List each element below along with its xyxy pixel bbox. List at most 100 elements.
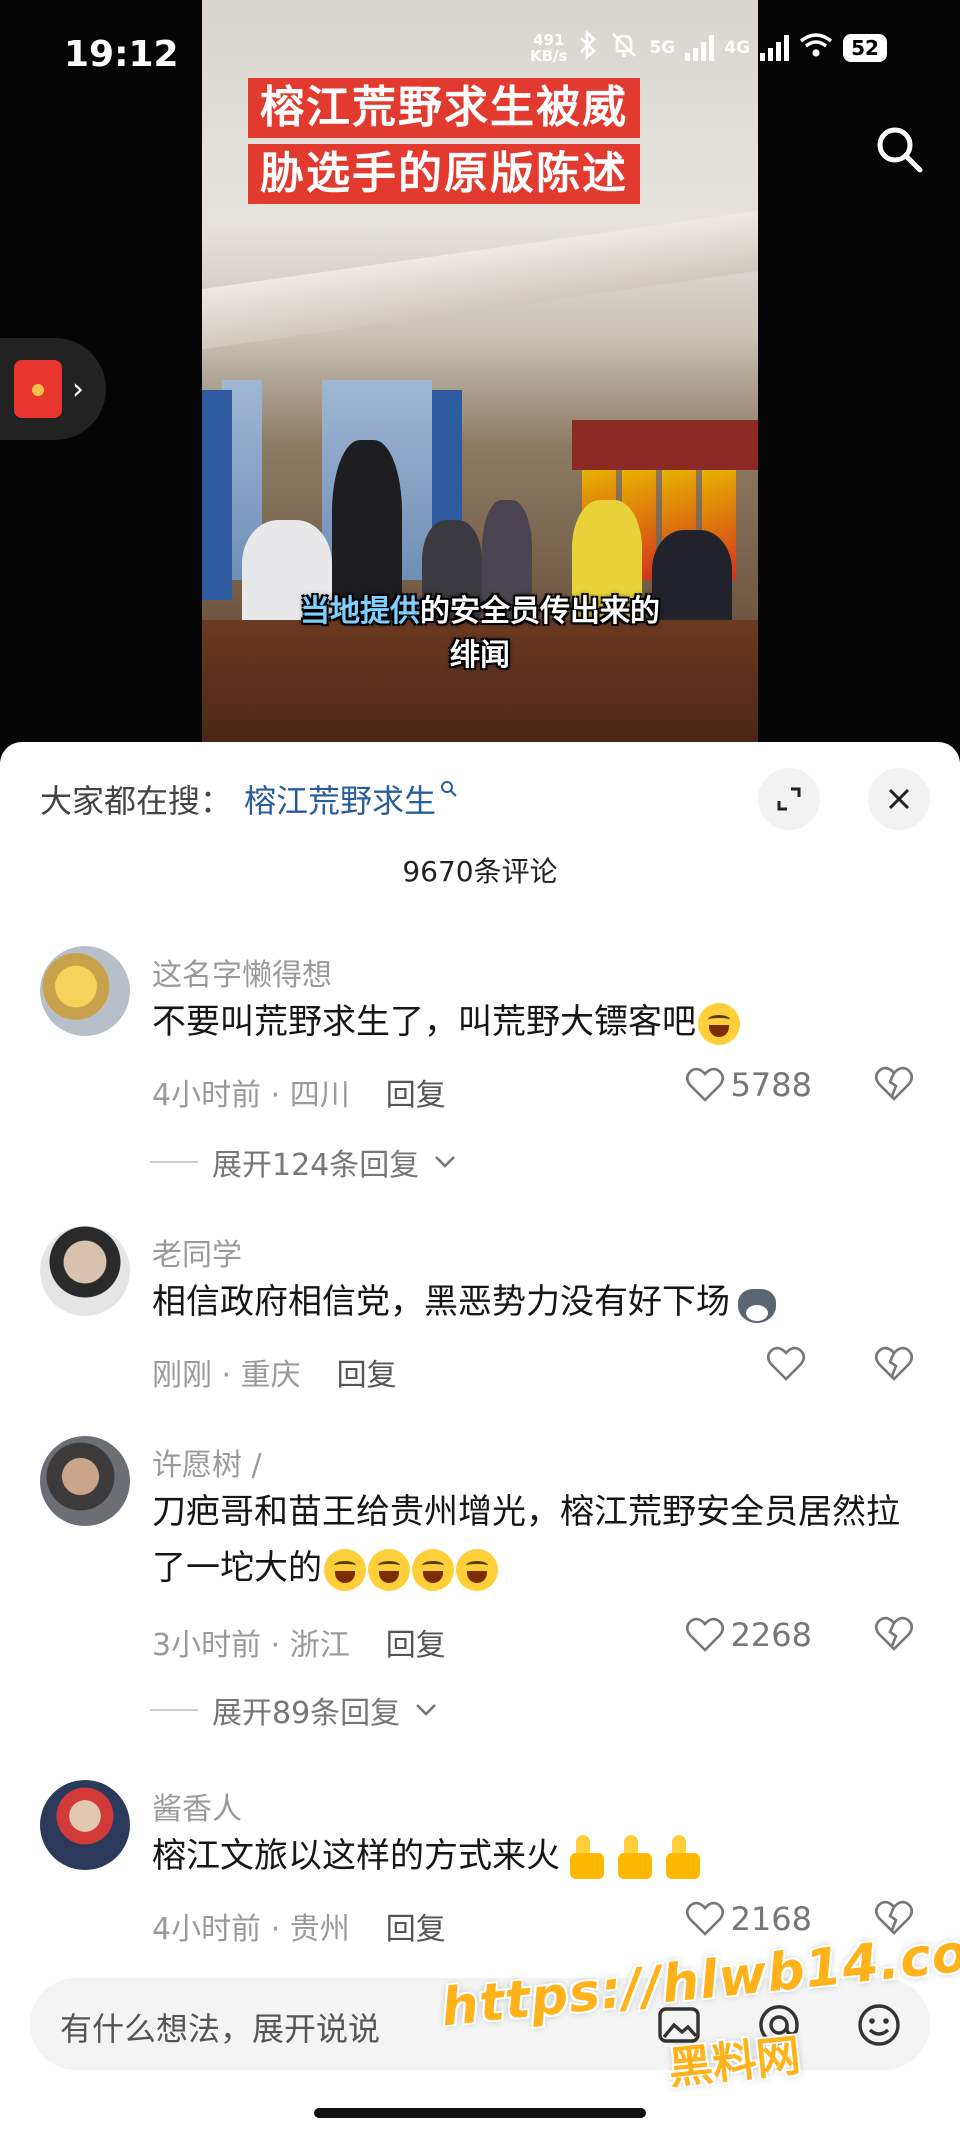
battery-indicator: 52 <box>843 34 887 62</box>
like-button[interactable] <box>766 1346 812 1382</box>
status-time: 19:12 <box>64 34 179 75</box>
search-icon <box>877 127 923 173</box>
comment-sheet: 大家都在搜： 榕江荒野求生 9670条评论 这名字懒得想 不要叫荒野求生了，叫荒… <box>0 742 960 2134</box>
comment-username[interactable]: 这名字懒得想 <box>152 950 332 994</box>
broken-heart-icon <box>874 1066 914 1101</box>
broken-heart-icon <box>874 1346 914 1381</box>
reply-button[interactable]: 回复 <box>337 1358 397 1393</box>
like-button[interactable]: 2168 <box>685 1900 812 1938</box>
comment-time-location: 4小时前 · 四川 <box>152 1078 350 1113</box>
comment-username[interactable]: 许愿树 / <box>152 1440 262 1484</box>
comment-text-content: 不要叫荒野求生了，叫荒野大镖客吧 <box>152 1002 696 1042</box>
comment-text: 不要叫荒野求生了，叫荒野大镖客吧 <box>152 994 912 1050</box>
expand-replies[interactable]: 展开124条回复 <box>150 1140 457 1184</box>
comment-input-placeholder: 有什么想法，展开说说 <box>60 2010 381 2048</box>
close-icon <box>888 788 910 810</box>
signal-icon <box>760 35 790 61</box>
video-title-line: 胁选手的原版陈述 <box>248 144 640 204</box>
comment-item: 许愿树 / 刀疤哥和苗王给贵州增光，榕江荒野安全员居然拉了一坨大的 3小时前 ·… <box>0 1432 960 1731</box>
chevron-right-icon: › <box>72 371 84 407</box>
dislike-button[interactable] <box>874 1346 914 1386</box>
video-player[interactable]: 榕江荒野求生被威 胁选手的原版陈述 当地提供的安全员传出来的 绯闻 19:12 … <box>0 0 960 760</box>
ceiling-beam <box>202 210 758 350</box>
home-indicator[interactable] <box>314 2108 646 2118</box>
net-speed-unit: KB/s <box>530 47 568 65</box>
reply-button[interactable]: 回复 <box>386 1628 446 1663</box>
emoji-icon[interactable] <box>854 2000 904 2050</box>
comment-text-content: 榕江文旅以这样的方式来火 <box>152 1836 560 1876</box>
thumbs-up-emoji-icon <box>566 1834 608 1881</box>
reply-button[interactable]: 回复 <box>386 1912 446 1947</box>
dog-face-emoji-icon <box>734 1283 780 1325</box>
dislike-button[interactable] <box>874 1066 914 1106</box>
red-wall-banner <box>572 420 758 470</box>
divider <box>150 1709 198 1711</box>
trending-search[interactable]: 大家都在搜： 榕江荒野求生 <box>40 776 458 822</box>
heart-icon <box>766 1346 806 1381</box>
status-icons: 491 KB/s 5G 4G 52 <box>530 30 887 66</box>
caption-line2: 绯闻 <box>450 638 510 673</box>
chevron-down-icon <box>435 1156 456 1168</box>
heart-icon <box>685 1901 724 1936</box>
avatar[interactable] <box>40 1436 130 1526</box>
chevron-down-icon <box>416 1704 437 1716</box>
comment-meta: 刚刚 · 重庆 回复 <box>152 1350 397 1394</box>
signal-icon <box>685 35 715 61</box>
heart-icon <box>685 1617 724 1652</box>
network-5g: 5G <box>649 38 676 58</box>
comment-item: 老同学 相信政府相信党，黑恶势力没有好下场 刚刚 · 重庆 回复 <box>0 1222 960 1422</box>
like-count: 2268 <box>730 1616 812 1654</box>
trending-search-label: 大家都在搜： <box>40 782 233 820</box>
dislike-button[interactable] <box>874 1616 914 1656</box>
comment-text: 榕江文旅以这样的方式来火 <box>152 1828 912 1884</box>
thumbs-up-emoji-icon <box>614 1834 656 1881</box>
crying-emoji-icon <box>368 1548 410 1591</box>
like-button[interactable]: 2268 <box>685 1616 812 1654</box>
expand-icon <box>777 787 801 811</box>
comment-count: 9670条评论 <box>402 855 558 888</box>
comment-text: 刀疤哥和苗王给贵州增光，榕江荒野安全员居然拉了一坨大的 <box>152 1484 912 1596</box>
search-button[interactable] <box>870 120 930 180</box>
comment-text-content: 刀疤哥和苗王给贵州增光，榕江荒野安全员居然拉了一坨大的 <box>152 1492 900 1588</box>
comment-item: 这名字懒得想 不要叫荒野求生了，叫荒野大镖客吧 4小时前 · 四川 回复 5788… <box>0 942 960 1183</box>
laughing-crying-emoji-icon <box>698 1002 740 1045</box>
avatar[interactable] <box>40 1226 130 1316</box>
comment-meta: 4小时前 · 贵州 回复 <box>152 1904 446 1948</box>
heart-icon <box>685 1067 724 1102</box>
curtain <box>202 390 232 600</box>
search-small-icon <box>440 779 458 803</box>
comment-username[interactable]: 老同学 <box>152 1230 242 1274</box>
crying-emoji-icon <box>456 1548 498 1591</box>
broken-heart-icon <box>874 1616 914 1651</box>
comment-meta: 4小时前 · 四川 回复 <box>152 1070 446 1114</box>
comment-text-content: 相信政府相信党，黑恶势力没有好下场 <box>152 1282 730 1322</box>
crying-emoji-icon <box>324 1548 366 1591</box>
expand-replies-label: 展开124条回复 <box>212 1148 420 1183</box>
wifi-icon <box>799 31 833 65</box>
status-bar: 19:12 491 KB/s 5G 4G 52 <box>0 0 960 100</box>
net-speed-value: 491 <box>533 31 565 49</box>
avatar[interactable] <box>40 946 130 1036</box>
comment-time-location: 4小时前 · 贵州 <box>152 1912 350 1947</box>
comment-item: 酱香人 榕江文旅以这样的方式来火 4小时前 · 贵州 回复 2168 <box>0 1776 960 1956</box>
reply-button[interactable]: 回复 <box>386 1078 446 1113</box>
mute-bell-icon <box>609 30 639 66</box>
comment-username[interactable]: 酱香人 <box>152 1784 242 1828</box>
comment-time-location: 3小时前 · 浙江 <box>152 1628 350 1663</box>
trending-search-term[interactable]: 榕江荒野求生 <box>244 776 436 822</box>
caption-highlight: 当地提供 <box>300 594 420 629</box>
thumbs-up-emoji-icon <box>662 1834 704 1881</box>
red-envelope-icon <box>14 360 62 418</box>
avatar[interactable] <box>40 1780 130 1870</box>
network-4g: 4G <box>724 38 751 58</box>
expand-sheet-button[interactable] <box>758 768 820 830</box>
like-count: 5788 <box>730 1066 812 1104</box>
comment-meta: 3小时前 · 浙江 回复 <box>152 1620 446 1664</box>
red-packet-button[interactable]: › <box>0 338 106 440</box>
video-caption: 当地提供的安全员传出来的 绯闻 <box>202 590 758 678</box>
like-button[interactable]: 5788 <box>685 1066 812 1104</box>
expand-replies[interactable]: 展开89条回复 <box>150 1688 438 1732</box>
comment-text: 相信政府相信党，黑恶势力没有好下场 <box>152 1274 912 1330</box>
watermark-name: 黑料网 <box>666 2030 803 2095</box>
close-button[interactable] <box>868 768 930 830</box>
